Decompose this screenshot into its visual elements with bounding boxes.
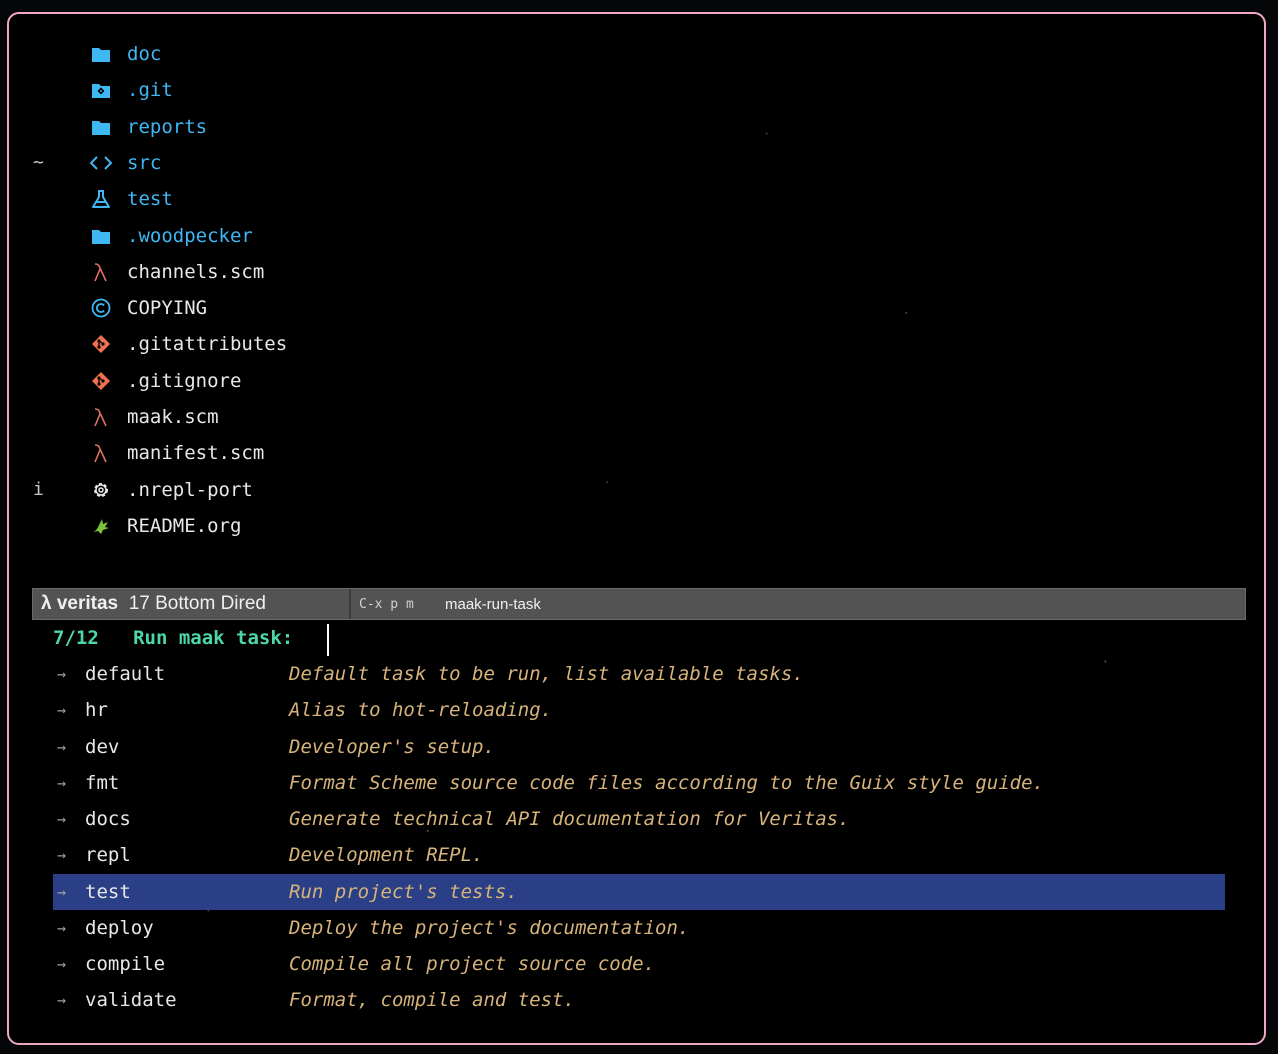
- arrow-right-icon: →: [57, 737, 67, 756]
- candidate-row[interactable]: → docs Generate technical API documentatio…: [53, 801, 1225, 837]
- file-name[interactable]: .woodpecker: [127, 218, 253, 254]
- dired-entry[interactable]: reports: [9, 109, 1264, 145]
- task-name: repl: [85, 844, 131, 867]
- fringe-marker: i: [33, 478, 44, 500]
- task-name: deploy: [85, 916, 154, 939]
- code-brackets-icon: [89, 145, 113, 181]
- task-description: Deploy the project's documentation.: [289, 916, 690, 939]
- dired-entry[interactable]: .woodpecker: [9, 218, 1264, 254]
- file-name[interactable]: README.org: [127, 508, 241, 544]
- lambda-icon: [89, 435, 113, 471]
- task-description: Development REPL.: [289, 844, 484, 867]
- arrow-right-icon: →: [57, 882, 67, 901]
- task-description: Compile all project source code.: [289, 953, 656, 975]
- arrow-right-icon: →: [57, 846, 67, 865]
- minibuffer-input-cursor[interactable]: [327, 624, 329, 656]
- dired-entry[interactable]: README.org: [9, 508, 1264, 544]
- task-name: hr: [85, 699, 108, 722]
- task-name: test: [85, 880, 131, 903]
- task-description: Developer's setup.: [289, 735, 495, 758]
- file-name[interactable]: manifest.scm: [127, 435, 264, 471]
- file-name[interactable]: .gitattributes: [127, 326, 287, 362]
- mode-line-separator: [349, 589, 351, 619]
- file-name[interactable]: maak.scm: [127, 399, 219, 435]
- lambda-icon: λ: [41, 593, 52, 614]
- candidate-row[interactable]: → validate Format, compile and test.: [53, 982, 1225, 1018]
- folder-icon: [89, 36, 113, 72]
- prompt-text: Run maak task:: [133, 627, 294, 649]
- git-folder-icon: [89, 72, 113, 108]
- file-name[interactable]: test: [127, 181, 173, 217]
- task-description: Format, compile and test.: [289, 989, 575, 1012]
- task-description: Default task to be run, list available t…: [289, 663, 804, 685]
- mode-line-position: 17 Bottom Dired: [128, 593, 266, 614]
- candidate-row[interactable]: → repl Development REPL.: [53, 837, 1225, 873]
- dired-entry[interactable]: COPYING: [9, 290, 1264, 326]
- task-name: dev: [85, 735, 120, 758]
- candidate-count: 7/12: [53, 627, 99, 649]
- arrow-right-icon: →: [57, 918, 67, 937]
- dired-entry[interactable]: i .nrepl-port: [9, 472, 1264, 508]
- flask-icon: [89, 181, 113, 217]
- task-description: Format Scheme source code files accordin…: [289, 771, 1044, 794]
- candidate-row[interactable]: → hr Alias to hot-reloading.: [53, 692, 1225, 728]
- candidate-row[interactable]: → test Run project's tests.: [53, 873, 1225, 910]
- file-name[interactable]: COPYING: [127, 290, 207, 326]
- dired-entry[interactable]: channels.scm: [9, 254, 1264, 290]
- candidate-row[interactable]: → fmt Format Scheme source code files acco…: [53, 765, 1225, 801]
- arrow-right-icon: →: [57, 810, 67, 828]
- file-name[interactable]: channels.scm: [127, 254, 264, 290]
- emacs-frame: doc .git reports ~ src test .woodpecker channel…: [7, 12, 1266, 1045]
- task-name: docs: [85, 808, 131, 830]
- arrow-right-icon: →: [57, 773, 67, 792]
- file-name[interactable]: reports: [127, 109, 207, 145]
- dired-entry[interactable]: .gitignore: [9, 363, 1264, 399]
- mode-line-buffer-info: λ veritas 17 Bottom Dired: [41, 589, 266, 619]
- file-name[interactable]: src: [127, 145, 161, 181]
- task-description: Generate technical API documentation for…: [289, 808, 850, 830]
- buffer-name: veritas: [56, 593, 119, 614]
- gear-icon: [89, 472, 113, 508]
- arrow-right-icon: →: [57, 991, 67, 1010]
- arrow-right-icon: →: [57, 665, 67, 683]
- folder-icon: [89, 218, 113, 254]
- minibuffer-prompt: 7/12 Run maak task:: [53, 620, 293, 656]
- candidate-row[interactable]: → deploy Deploy the project's documentatio…: [53, 910, 1225, 946]
- task-name: validate: [85, 989, 177, 1012]
- org-unicorn-icon: [89, 508, 113, 544]
- lambda-icon: [89, 399, 113, 435]
- dired-entry[interactable]: ~ src: [9, 145, 1264, 181]
- candidate-row[interactable]: → default Default task to be run, list ava…: [53, 656, 1225, 692]
- current-command: maak-run-task: [445, 596, 541, 613]
- file-name[interactable]: .git: [127, 72, 173, 108]
- task-name: default: [85, 663, 166, 685]
- file-name[interactable]: doc: [127, 36, 161, 72]
- git-icon: [89, 363, 113, 399]
- dired-entry[interactable]: .gitattributes: [9, 326, 1264, 362]
- task-description: Run project's tests.: [289, 880, 518, 903]
- file-name[interactable]: .nrepl-port: [127, 472, 253, 508]
- candidate-row[interactable]: → dev Developer's setup.: [53, 729, 1225, 765]
- candidate-row[interactable]: → compile Compile all project source code.: [53, 946, 1225, 982]
- arrow-right-icon: →: [57, 701, 67, 720]
- fringe-marker: ~: [33, 151, 44, 173]
- git-icon: [89, 326, 113, 362]
- keybinding-hint: C-x p m: [359, 597, 414, 612]
- copyright-icon: [89, 290, 113, 326]
- task-name: fmt: [85, 771, 120, 794]
- dired-entry[interactable]: test: [9, 181, 1264, 217]
- task-name: compile: [85, 953, 166, 975]
- folder-icon: [89, 109, 113, 145]
- dired-entry[interactable]: doc: [9, 36, 1264, 72]
- dired-entry[interactable]: maak.scm: [9, 399, 1264, 435]
- arrow-right-icon: →: [57, 955, 67, 973]
- mode-line: λ veritas 17 Bottom Dired C-x p m maak-r…: [32, 588, 1246, 620]
- dired-entry[interactable]: manifest.scm: [9, 435, 1264, 471]
- dired-entry[interactable]: .git: [9, 72, 1264, 108]
- file-name[interactable]: .gitignore: [127, 363, 241, 399]
- task-description: Alias to hot-reloading.: [289, 699, 553, 722]
- lambda-icon: [89, 254, 113, 290]
